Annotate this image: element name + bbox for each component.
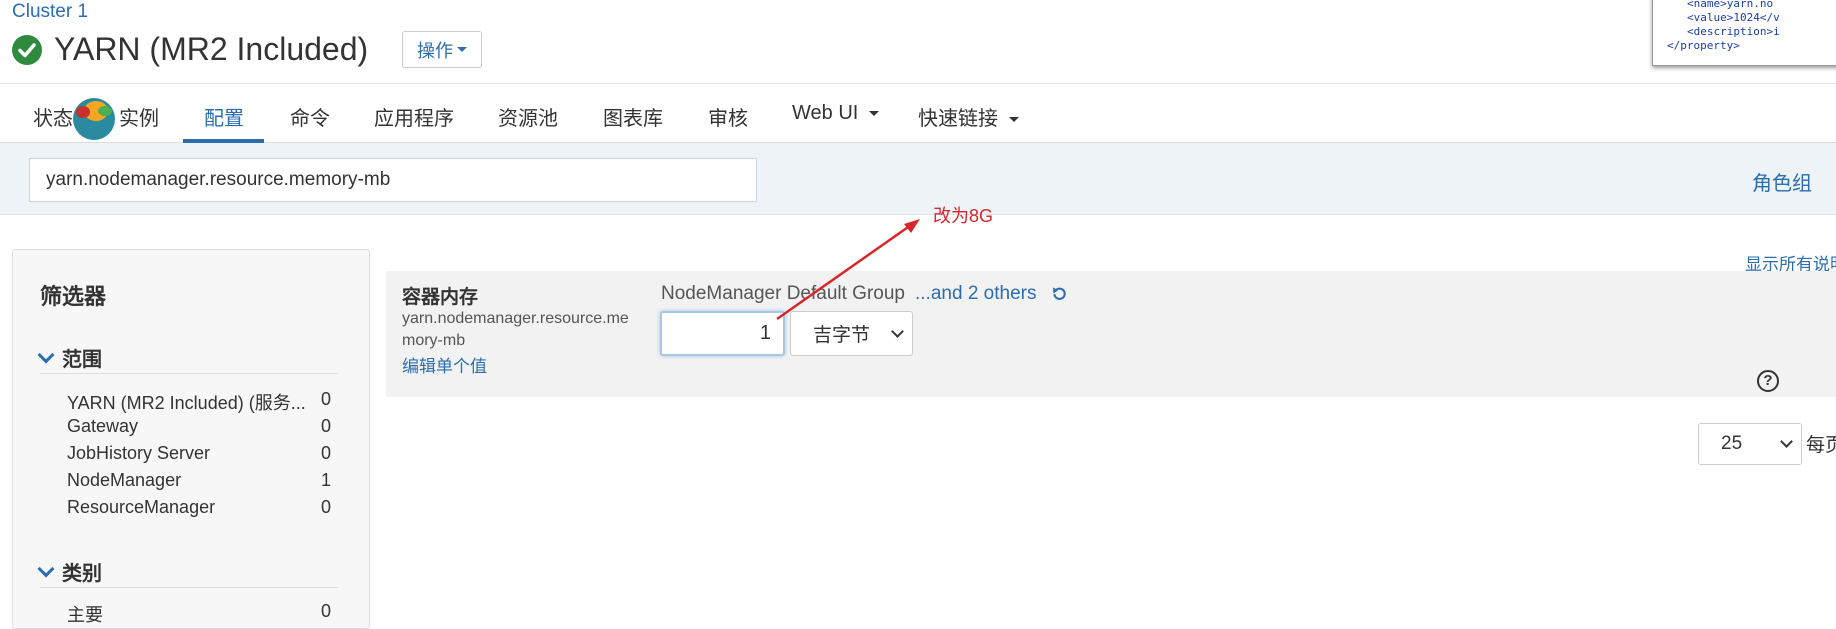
filter-item-count: 0 [320, 601, 331, 621]
filter-item-nodemanager[interactable]: NodeManager 1 [67, 470, 331, 491]
status-ok-icon [12, 35, 42, 65]
property-key: yarn.nodemanager.resource.memory-mb [402, 310, 629, 349]
role-group-link[interactable]: 角色组 [1752, 167, 1812, 196]
filter-item-name: NodeManager [67, 470, 182, 490]
tab-commands[interactable]: 命令 [290, 102, 330, 131]
tab-resource-pools[interactable]: 资源池 [498, 102, 558, 131]
chevron-down-icon [1780, 435, 1793, 448]
category-section-label: 类别 [62, 563, 102, 585]
edit-single-value-link[interactable]: 编辑单个值 [402, 352, 487, 377]
help-icon[interactable]: ? [1757, 370, 1779, 392]
filter-item-count: 0 [320, 497, 331, 517]
caret-down-icon [457, 47, 467, 52]
filter-item-jobhistory-server[interactable]: JobHistory Server 0 [67, 443, 331, 464]
filter-item-count: 1 [320, 470, 331, 490]
filter-item-yarn-service[interactable]: YARN (MR2 Included) (服务... 0 [67, 389, 331, 415]
config-search-input[interactable] [29, 158, 757, 202]
tab-configuration[interactable]: 配置 [204, 102, 244, 131]
code-line: <value>1024</v [1687, 11, 1780, 24]
code-line: <description>i [1687, 25, 1780, 38]
actions-dropdown-button[interactable]: 操作 [402, 31, 482, 68]
filter-item-gateway[interactable]: Gateway 0 [67, 416, 331, 437]
tab-web-ui-label: Web UI [792, 102, 859, 124]
tab-instances[interactable]: 实例 [119, 102, 159, 131]
tab-status[interactable]: 状态 [33, 102, 73, 131]
filter-title: 筛选器 [40, 284, 107, 309]
filter-item-count: 0 [320, 443, 331, 463]
chevron-down-icon [891, 324, 904, 338]
reset-icon[interactable] [1052, 286, 1067, 301]
divider [40, 587, 338, 588]
actions-label: 操作 [417, 40, 453, 61]
divider [40, 373, 338, 374]
tab-audits[interactable]: 审核 [708, 102, 748, 131]
property-title: 容器内存 [402, 287, 479, 308]
unit-select-value: 吉字节 [813, 325, 871, 346]
code-snippet: <name>yarn.no <value>1024</v <descriptio… [1652, 0, 1836, 66]
role-group-label: NodeManager Default Group [661, 283, 905, 304]
service-title: YARN (MR2 Included) [54, 31, 369, 67]
chevron-down-icon [37, 560, 55, 577]
annotation-note: 改为8G [933, 206, 994, 226]
filter-item-name: JobHistory Server [67, 443, 211, 463]
caret-down-icon [1008, 117, 1019, 123]
filter-item-name: Gateway [67, 416, 139, 436]
per-page-label: 每页 [1806, 435, 1836, 456]
category-section-toggle[interactable]: 类别 [37, 557, 102, 586]
filter-item-count: 0 [320, 416, 331, 436]
tab-quick-links[interactable]: 快速链接 [918, 102, 1019, 131]
chevron-down-icon [37, 346, 55, 363]
unit-select[interactable]: 吉字节 [790, 311, 913, 356]
filter-item-name: YARN (MR2 Included) (服务... [67, 393, 306, 413]
code-line: </property> [1667, 39, 1740, 52]
scope-section-toggle[interactable]: 范围 [37, 343, 102, 372]
cluster-link[interactable]: Cluster 1 [12, 1, 88, 23]
avatar-fruit-green [98, 106, 112, 116]
caret-down-icon [868, 111, 879, 117]
tab-web-ui[interactable]: Web UI [792, 102, 879, 125]
tab-applications[interactable]: 应用程序 [374, 102, 454, 131]
filter-item-main[interactable]: 主要 0 [67, 601, 331, 627]
filter-item-name: ResourceManager [67, 497, 216, 517]
memory-value-input[interactable] [660, 311, 785, 356]
tab-chart-library[interactable]: 图表库 [603, 102, 663, 131]
code-line: <name>yarn.no [1687, 0, 1774, 10]
filter-item-count: 0 [320, 389, 331, 409]
page-size-value: 25 [1721, 433, 1743, 454]
tab-quick-links-label: 快速链接 [918, 108, 998, 130]
avatar-fruit-red [76, 106, 90, 118]
other-groups-link[interactable]: ...and 2 others [915, 283, 1036, 305]
filter-item-resourcemanager[interactable]: ResourceManager 0 [67, 497, 331, 518]
page-size-select[interactable]: 25 [1698, 423, 1802, 465]
filter-item-name: 主要 [67, 605, 103, 625]
scope-section-label: 范围 [62, 349, 102, 371]
